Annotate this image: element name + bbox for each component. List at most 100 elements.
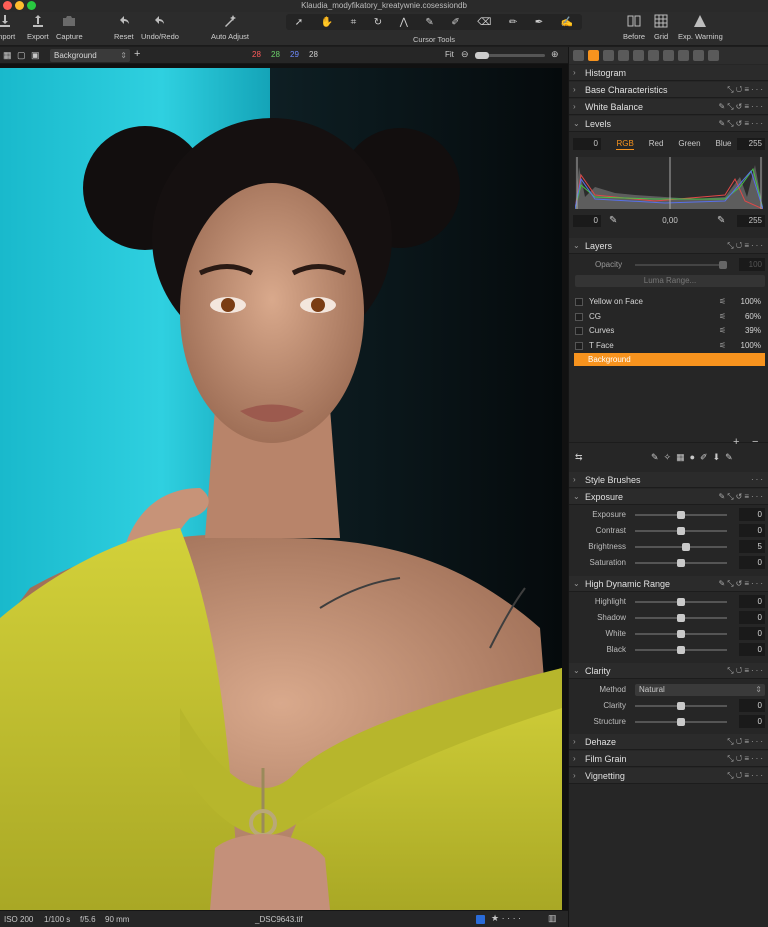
section-options-icon[interactable]: ···: [751, 472, 765, 488]
layer-visibility-checkbox[interactable]: [575, 298, 583, 306]
section-options-icon[interactable]: ⤡↺≡···: [727, 734, 765, 750]
brush-tool-icon[interactable]: ✐: [451, 17, 459, 28]
exposure-value[interactable]: 5: [739, 540, 765, 553]
section-options-icon[interactable]: ✎⤡↺≡···: [719, 116, 765, 132]
undo-redo-button[interactable]: Undo/Redo: [141, 14, 179, 41]
single-view-icon[interactable]: ▢: [17, 50, 26, 61]
exposure-slider-knob[interactable]: [677, 511, 685, 519]
color-tab-icon[interactable]: [603, 50, 614, 61]
levels-section[interactable]: ⌄ Levels ✎⤡↺≡···: [569, 116, 768, 132]
hdr-slider-knob[interactable]: [677, 614, 685, 622]
import-button[interactable]: Import: [0, 14, 15, 41]
opacity-value[interactable]: 100: [739, 258, 765, 271]
heal-tool-icon[interactable]: ✒: [535, 17, 543, 28]
layer-row[interactable]: CG ⚟ 60%: [575, 310, 765, 323]
layer-adjust-icon[interactable]: ⚟: [719, 295, 726, 308]
details-tab-icon[interactable]: [633, 50, 644, 61]
hdr-slider-knob[interactable]: [677, 598, 685, 606]
keystone-tool-icon[interactable]: ⋀: [400, 17, 408, 28]
pan-tool-icon[interactable]: ✋: [321, 17, 333, 28]
layer-brush-tools-icon[interactable]: ✎✧▦●✐⬇✎: [651, 452, 738, 463]
layer-adjust-icon[interactable]: ⚟: [719, 324, 726, 337]
white-balance-section[interactable]: › White Balance ✎⤡↺≡···: [569, 99, 768, 115]
metadata-tab-icon[interactable]: [693, 50, 704, 61]
levels-output-high[interactable]: 255: [737, 215, 765, 227]
clarity-value[interactable]: 0: [739, 699, 765, 712]
clarity-method-select[interactable]: Natural ⇕: [635, 684, 765, 696]
hdr-value[interactable]: 0: [739, 595, 765, 608]
auto-adjust-button[interactable]: Auto Adjust: [211, 14, 249, 41]
black-point-picker-icon[interactable]: ✎: [609, 215, 617, 226]
crop-tool-icon[interactable]: ⌗: [351, 17, 357, 28]
zoom-out-icon[interactable]: ⊖: [461, 49, 469, 60]
clarity-slider-knob[interactable]: [677, 718, 685, 726]
exposure-warning-button[interactable]: Exp. Warning: [678, 14, 723, 41]
hdr-section[interactable]: ⌄ High Dynamic Range ✎⤡↺≡···: [569, 576, 768, 592]
layer-swap-icon[interactable]: ⇆: [575, 452, 583, 463]
layer-visibility-checkbox[interactable]: [575, 327, 583, 335]
levels-midpoint[interactable]: 0,00: [655, 215, 685, 227]
levels-tab-green[interactable]: Green: [678, 138, 700, 150]
section-options-icon[interactable]: ⤡↺≡···: [727, 751, 765, 767]
lens-tab-icon[interactable]: [618, 50, 629, 61]
eraser-tool-icon[interactable]: ⌫: [477, 17, 491, 28]
annotate-tool-icon[interactable]: ✍: [561, 17, 573, 28]
portrait-photo[interactable]: [0, 68, 562, 910]
library-tab-icon[interactable]: [573, 50, 584, 61]
section-options-icon[interactable]: ⤡↺≡···: [727, 82, 765, 98]
white-point-picker-icon[interactable]: ✎: [717, 215, 725, 226]
layer-row[interactable]: Background: [574, 353, 765, 366]
search-tab-icon[interactable]: [663, 50, 674, 61]
hdr-slider-knob[interactable]: [677, 646, 685, 654]
clarity-section[interactable]: ⌄ Clarity ⤡↺≡···: [569, 663, 768, 679]
levels-input-low[interactable]: 0: [573, 138, 601, 150]
before-button[interactable]: Before: [623, 14, 645, 41]
exposure-slider-knob[interactable]: [677, 559, 685, 567]
layers-section[interactable]: ⌄ Layers ⤡↺≡···: [569, 238, 768, 254]
exposure-slider-knob[interactable]: [677, 527, 685, 535]
layer-adjust-icon[interactable]: ⚟: [719, 339, 726, 352]
grid-button[interactable]: Grid: [654, 14, 668, 41]
section-options-icon[interactable]: ⤡↺≡···: [727, 768, 765, 784]
layer-visibility-checkbox[interactable]: [575, 341, 583, 350]
section-options-icon[interactable]: ⤡↺≡···: [727, 663, 765, 679]
color-picker-icon[interactable]: ✎: [425, 17, 433, 28]
info-tab-icon[interactable]: [708, 50, 719, 61]
levels-tab-red[interactable]: Red: [649, 138, 664, 150]
levels-histogram[interactable]: [575, 157, 763, 209]
exposure-section[interactable]: ⌄ Exposure ✎⤡↺≡···: [569, 489, 768, 505]
output-tab-icon[interactable]: [678, 50, 689, 61]
dehaze-section[interactable]: › Dehaze ⤡↺≡···: [569, 734, 768, 750]
zoom-slider-knob[interactable]: [475, 52, 489, 59]
star-rating-icon[interactable]: ★ · · · ·: [491, 913, 521, 924]
hdr-slider-knob[interactable]: [677, 630, 685, 638]
rotate-tool-icon[interactable]: ↻: [374, 17, 382, 28]
zoom-in-icon[interactable]: ⊕: [551, 49, 559, 60]
layer-visibility-checkbox[interactable]: [575, 312, 583, 321]
layer-adjust-icon[interactable]: ⚟: [719, 310, 726, 323]
levels-input-high[interactable]: 255: [737, 138, 765, 150]
add-layer-icon[interactable]: +: [134, 48, 140, 60]
filmstrip-toggle-icon[interactable]: ▥: [548, 913, 557, 924]
exposure-value[interactable]: 0: [739, 508, 765, 521]
browser-view-icon[interactable]: ▣: [31, 50, 40, 61]
section-options-icon[interactable]: ✎⤡↺≡···: [719, 99, 765, 115]
style-brushes-section[interactable]: › Style Brushes ···: [569, 472, 768, 488]
clarity-value[interactable]: 0: [739, 715, 765, 728]
layer-row[interactable]: T Face ⚟ 100%: [575, 339, 765, 352]
luma-range-button[interactable]: Luma Range...: [575, 275, 765, 287]
zoom-fit-label[interactable]: Fit: [445, 50, 454, 59]
vignetting-section[interactable]: › Vignetting ⤡↺≡···: [569, 768, 768, 784]
pointer-tool-icon[interactable]: ➚: [295, 17, 303, 28]
opacity-slider[interactable]: [635, 261, 727, 269]
hdr-value[interactable]: 0: [739, 643, 765, 656]
grid-view-icon[interactable]: ▦: [3, 50, 12, 61]
remove-layer-icon[interactable]: −: [752, 436, 758, 448]
hdr-value[interactable]: 0: [739, 611, 765, 624]
film-grain-section[interactable]: › Film Grain ⤡↺≡···: [569, 751, 768, 767]
color-tag[interactable]: [476, 915, 485, 924]
zoom-slider[interactable]: [475, 52, 545, 59]
add-layer-icon[interactable]: +: [733, 436, 739, 448]
reset-button[interactable]: Reset: [114, 14, 134, 41]
exposure-value[interactable]: 0: [739, 524, 765, 537]
